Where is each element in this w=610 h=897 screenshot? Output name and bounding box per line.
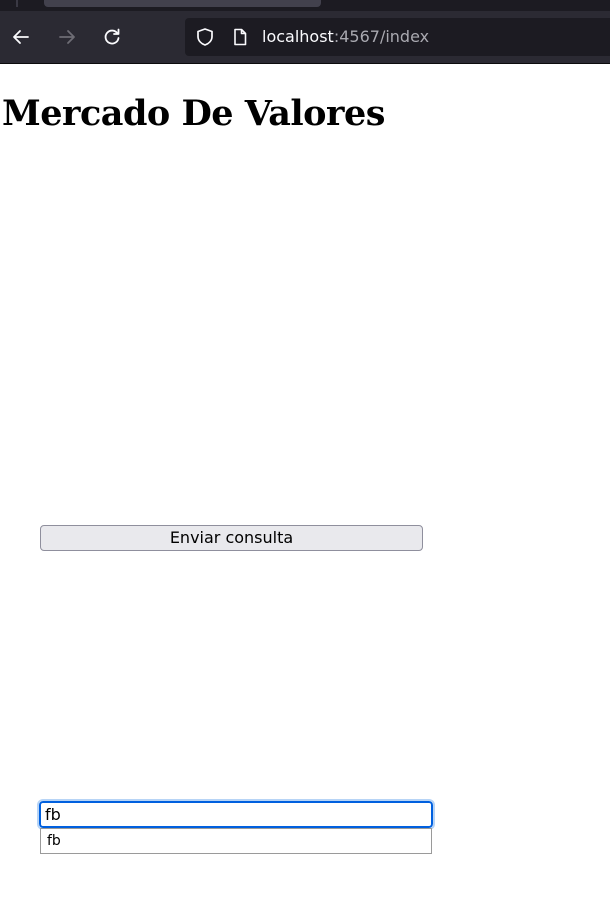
forward-button[interactable] [55,25,79,49]
forward-arrow-icon [59,30,75,44]
reload-icon [104,28,120,45]
tab-inactive[interactable] [16,0,18,7]
autocomplete-item[interactable]: fb [47,833,61,849]
submit-button[interactable]: Enviar consulta [40,525,423,551]
page-title: Mercado De Valores [2,93,385,134]
navigation-toolbar: localhost:4567/index [0,11,610,64]
url-host: localhost [262,27,334,46]
tab-strip [0,0,610,11]
page-icon[interactable] [230,27,250,47]
autocomplete-popup: fb [40,828,432,854]
reload-button[interactable] [100,25,124,49]
browser-chrome: localhost:4567/index [0,0,610,64]
symbol-input[interactable] [37,799,435,830]
tab-active[interactable] [44,0,321,7]
shield-icon[interactable] [195,27,215,47]
url-text[interactable]: localhost:4567/index [262,26,429,48]
back-button[interactable] [9,25,33,49]
url-path: :4567/index [333,27,430,46]
url-bar[interactable]: localhost:4567/index [185,18,610,56]
back-arrow-icon [13,30,29,44]
